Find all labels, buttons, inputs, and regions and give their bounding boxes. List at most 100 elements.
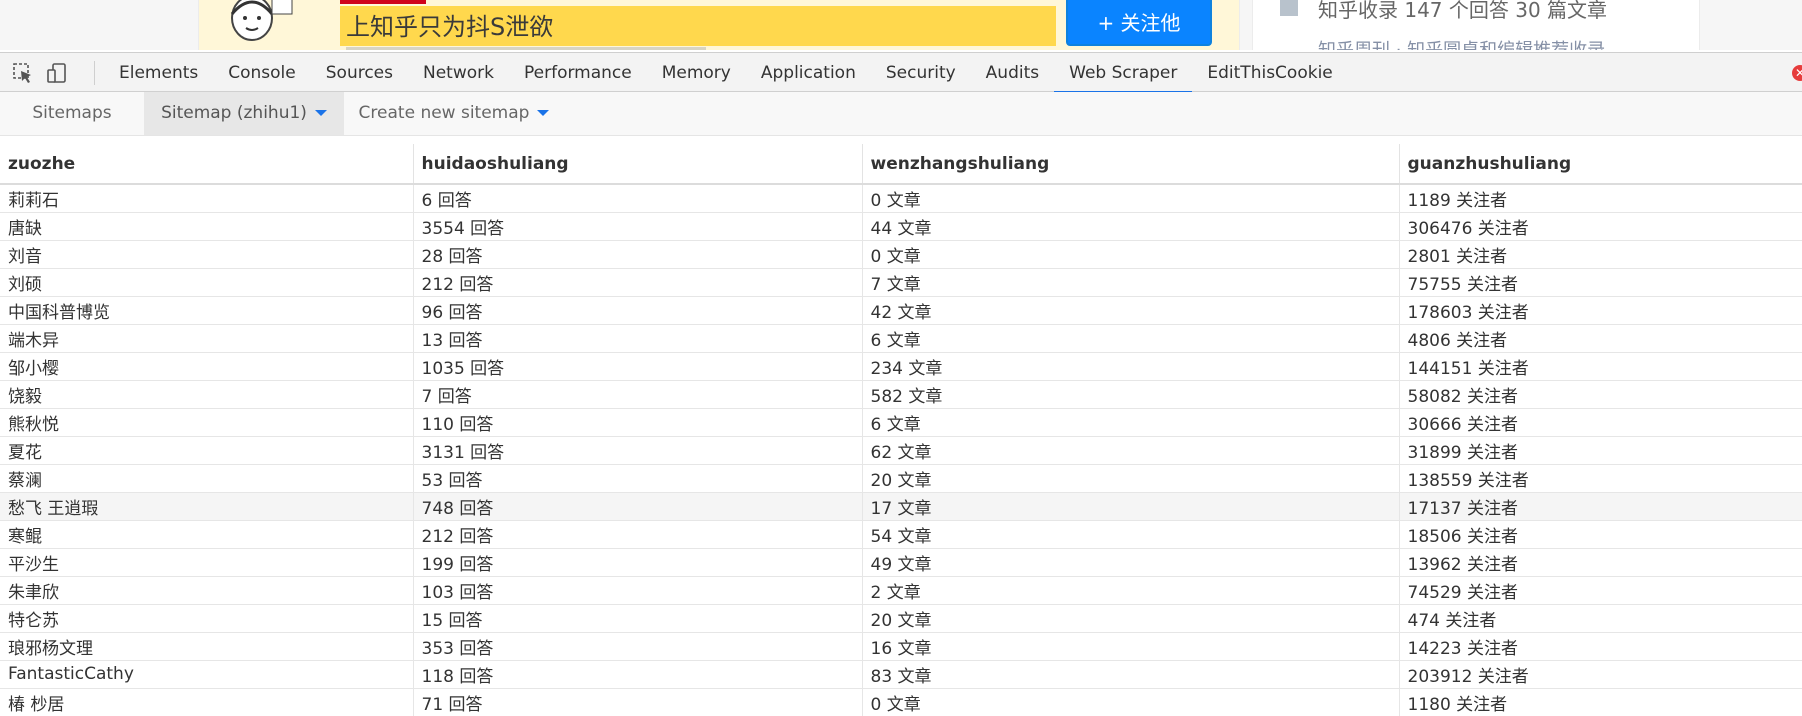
table-cell: 平沙生: [0, 548, 414, 577]
table-cell: 17 文章: [862, 492, 1400, 521]
devtools-tabs: Elements Console Sources Network Perform…: [104, 53, 1348, 93]
table-cell: 28 回答: [413, 240, 863, 269]
table-cell: 朱聿欣: [0, 576, 414, 605]
table-cell: 刘硕: [0, 268, 414, 297]
table-cell: 特仑苏: [0, 604, 414, 633]
table-cell: 31899 关注者: [1399, 436, 1802, 465]
table-cell: FantasticCathy: [0, 660, 414, 689]
web-page-strip: 上知乎只为抖S泄欲 + 关注他 知乎收录 147 个回答 30 篇文章 知乎周刊…: [0, 0, 1802, 50]
inspect-element-icon[interactable]: [12, 62, 34, 84]
table-row: 特仑苏 15 回答 20 文章 474 关注者: [0, 604, 1802, 633]
tab-audits[interactable]: Audits: [971, 53, 1054, 93]
table-cell: 1180 关注者: [1399, 688, 1802, 716]
table-cell: 353 回答: [413, 632, 863, 661]
nav-current-sitemap[interactable]: Sitemap (zhihu1): [144, 92, 344, 135]
table-cell: 42 文章: [862, 296, 1400, 325]
follow-button[interactable]: + 关注他: [1066, 0, 1212, 46]
close-devtools-icon[interactable]: ✕: [1792, 65, 1802, 81]
table-row: 中国科普博览 96 回答 42 文章 178603 关注者: [0, 296, 1802, 325]
tab-security[interactable]: Security: [871, 53, 971, 93]
table-cell: 16 文章: [862, 632, 1400, 661]
table-row: 端木异 13 回答 6 文章 4806 关注者: [0, 324, 1802, 353]
table-header-row: zuozhe huidaoshuliang wenzhangshuliang g…: [0, 144, 1802, 185]
nav-sitemaps[interactable]: Sitemaps: [0, 92, 144, 135]
tab-sources[interactable]: Sources: [311, 53, 408, 93]
table-cell: 83 文章: [862, 660, 1400, 689]
tab-performance[interactable]: Performance: [509, 53, 647, 93]
table-cell: 愁飞 王逍瑕: [0, 492, 414, 521]
table-cell: 71 回答: [413, 688, 863, 716]
tab-console[interactable]: Console: [213, 53, 311, 93]
tab-elements[interactable]: Elements: [104, 53, 213, 93]
table-row: 邹小樱 1035 回答 234 文章 144151 关注者: [0, 352, 1802, 381]
table-cell: 熊秋悦: [0, 408, 414, 437]
table-cell: 20 文章: [862, 464, 1400, 493]
table-row: FantasticCathy 118 回答 83 文章 203912 关注者: [0, 660, 1802, 689]
table-cell: 18506 关注者: [1399, 520, 1802, 549]
table-row: 寒鲲 212 回答 54 文章 18506 关注者: [0, 520, 1802, 549]
table-row: 夏花 3131 回答 62 文章 31899 关注者: [0, 436, 1802, 465]
table-cell: 13962 关注者: [1399, 548, 1802, 577]
column-header: wenzhangshuliang: [862, 144, 1400, 185]
table-row: 琅邪杨文理 353 回答 16 文章 14223 关注者: [0, 632, 1802, 661]
caret-down-icon: [314, 110, 327, 116]
table-cell: 212 回答: [413, 520, 863, 549]
table-cell: 103 回答: [413, 576, 863, 605]
table-row: 平沙生 199 回答 49 文章 13962 关注者: [0, 548, 1802, 577]
table-cell: 30666 关注者: [1399, 408, 1802, 437]
table-cell: 1189 关注者: [1399, 184, 1802, 213]
devtools-toolbar: Elements Console Sources Network Perform…: [0, 52, 1802, 93]
table-cell: 118 回答: [413, 660, 863, 689]
table-cell: 53 回答: [413, 464, 863, 493]
table-cell: 306476 关注者: [1399, 212, 1802, 241]
tab-application[interactable]: Application: [746, 53, 871, 93]
table-cell: 6 文章: [862, 324, 1400, 353]
device-toggle-icon[interactable]: [46, 62, 68, 84]
table-cell: 椿 杪居: [0, 688, 414, 716]
table-cell: 203912 关注者: [1399, 660, 1802, 689]
table-row: 朱聿欣 103 回答 2 文章 74529 关注者: [0, 576, 1802, 605]
table-cell: 夏花: [0, 436, 414, 465]
table-cell: 饶毅: [0, 380, 414, 409]
table-cell: 74529 关注者: [1399, 576, 1802, 605]
promo-subtext: [346, 42, 706, 50]
table-row: 莉莉石 6 回答 0 文章 1189 关注者: [0, 184, 1802, 213]
tab-network[interactable]: Network: [408, 53, 509, 93]
table-cell: 0 文章: [862, 688, 1400, 716]
nav-create-sitemap-label: Create new sitemap: [358, 103, 530, 123]
tab-memory[interactable]: Memory: [647, 53, 746, 93]
table-cell: 7 文章: [862, 268, 1400, 297]
avatar: [230, 0, 293, 41]
table-cell: 4806 关注者: [1399, 324, 1802, 353]
table-cell: 1035 回答: [413, 352, 863, 381]
nav-create-sitemap[interactable]: Create new sitemap: [344, 92, 564, 135]
table-cell: 212 回答: [413, 268, 863, 297]
bookmark-icon: [1280, 0, 1298, 16]
table-row: 刘硕 212 回答 7 文章 75755 关注者: [0, 268, 1802, 297]
table-cell: 75755 关注者: [1399, 268, 1802, 297]
table-cell: 唐缺: [0, 212, 414, 241]
table-cell: 0 文章: [862, 240, 1400, 269]
promo-text: 上知乎只为抖S泄欲: [346, 13, 554, 41]
table-cell: 3131 回答: [413, 436, 863, 465]
nav-current-sitemap-label: Sitemap (zhihu1): [161, 103, 307, 123]
table-cell: 144151 关注者: [1399, 352, 1802, 381]
table-row: 愁飞 王逍瑕 748 回答 17 文章 17137 关注者: [0, 492, 1802, 521]
table-cell: 寒鲲: [0, 520, 414, 549]
table-cell: 6 回答: [413, 184, 863, 213]
caret-down-icon: [537, 110, 550, 116]
table-row: 蔡澜 53 回答 20 文章 138559 关注者: [0, 464, 1802, 493]
tab-web-scraper[interactable]: Web Scraper: [1054, 53, 1193, 93]
table-cell: 7 回答: [413, 380, 863, 409]
table-cell: 3554 回答: [413, 212, 863, 241]
follow-button-label: + 关注他: [1097, 10, 1181, 35]
table-row: 唐缺 3554 回答 44 文章 306476 关注者: [0, 212, 1802, 241]
tab-editthiscookie[interactable]: EditThisCookie: [1192, 53, 1347, 93]
table-row: 椿 杪居 71 回答 0 文章 1180 关注者: [0, 688, 1802, 716]
table-row: 饶毅 7 回答 582 文章 58082 关注者: [0, 380, 1802, 409]
red-accent-bar: [340, 0, 426, 4]
scraped-data-table: zuozhe huidaoshuliang wenzhangshuliang g…: [0, 144, 1802, 716]
table-cell: 178603 关注者: [1399, 296, 1802, 325]
table-cell: 6 文章: [862, 408, 1400, 437]
table-cell: 199 回答: [413, 548, 863, 577]
